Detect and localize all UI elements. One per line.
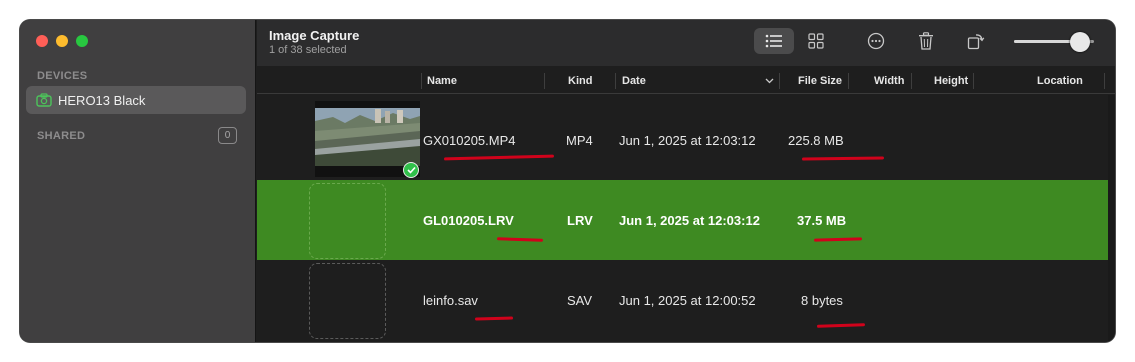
main-panel: Image Capture 1 of 38 selected Name Kind… <box>257 20 1115 342</box>
file-size: 8 bytes <box>801 292 843 308</box>
minimize-window-button[interactable] <box>56 35 68 47</box>
more-icon <box>867 32 885 50</box>
more-options-button[interactable] <box>865 28 887 54</box>
table-row[interactable]: GX010205.MP4 MP4 Jun 1, 2025 at 12:03:12… <box>257 100 1115 180</box>
sidebar: DEVICES HERO13 Black SHARED 0 <box>20 20 256 342</box>
list-view-icon <box>765 34 782 48</box>
imported-check-icon <box>403 162 419 178</box>
file-kind: LRV <box>567 212 593 228</box>
file-name: GX010205.MP4 <box>423 132 516 148</box>
table-header: Name Kind Date File Size Width Height Lo… <box>257 68 1115 94</box>
column-header-date[interactable]: Date <box>622 68 646 94</box>
column-header-file-size[interactable]: File Size <box>798 68 842 94</box>
column-header-width[interactable]: Width <box>874 68 904 94</box>
chevron-down-icon <box>765 78 774 84</box>
sidebar-item-hero13-black[interactable]: HERO13 Black <box>26 86 246 114</box>
camera-icon <box>36 93 52 107</box>
file-kind: SAV <box>567 292 593 308</box>
file-date: Jun 1, 2025 at 12:03:12 <box>619 132 756 148</box>
file-kind: MP4 <box>566 132 593 148</box>
file-date: Jun 1, 2025 at 12:00:52 <box>619 292 756 308</box>
grid-view-icon <box>808 33 824 49</box>
column-header-kind[interactable]: Kind <box>568 68 592 94</box>
slider-knob[interactable] <box>1069 32 1090 52</box>
table-row[interactable]: leinfo.sav SAV Jun 1, 2025 at 12:00:52 8… <box>257 260 1115 340</box>
file-name: leinfo.sav <box>423 292 478 308</box>
sidebar-item-label: HERO13 Black <box>58 92 146 108</box>
grid-view-button[interactable] <box>805 28 827 54</box>
column-header-location[interactable]: Location <box>1037 68 1083 94</box>
selection-count: 1 of 38 selected <box>269 44 347 56</box>
toolbar: Image Capture 1 of 38 selected <box>257 20 1115 66</box>
app-title: Image Capture <box>269 28 360 43</box>
table-row[interactable]: GL010205.LRV LRV Jun 1, 2025 at 12:03:12… <box>257 180 1115 260</box>
column-header-height[interactable]: Height <box>934 68 968 94</box>
column-header-name[interactable]: Name <box>427 68 457 94</box>
image-capture-window: DEVICES HERO13 Black SHARED 0 Image Capt… <box>20 20 1115 342</box>
file-size: 225.8 MB <box>788 132 844 148</box>
zoom-window-button[interactable] <box>76 35 88 47</box>
file-date: Jun 1, 2025 at 12:03:12 <box>619 212 760 228</box>
file-name: GL010205.LRV <box>423 212 514 228</box>
close-window-button[interactable] <box>36 35 48 47</box>
trash-icon <box>919 32 933 50</box>
rotate-button[interactable] <box>965 28 987 54</box>
shared-count-badge: 0 <box>218 127 237 144</box>
thumbnail-placeholder <box>309 183 386 259</box>
thumbnail-placeholder <box>309 263 386 339</box>
scrollbar[interactable] <box>1108 95 1115 342</box>
shared-section-label: SHARED <box>37 130 86 142</box>
list-view-button[interactable] <box>754 28 794 54</box>
rotate-icon <box>967 34 985 50</box>
file-size: 37.5 MB <box>797 212 847 228</box>
devices-section-label: DEVICES <box>37 70 88 82</box>
thumbnail-size-slider[interactable] <box>1014 32 1094 52</box>
delete-button[interactable] <box>915 28 937 54</box>
